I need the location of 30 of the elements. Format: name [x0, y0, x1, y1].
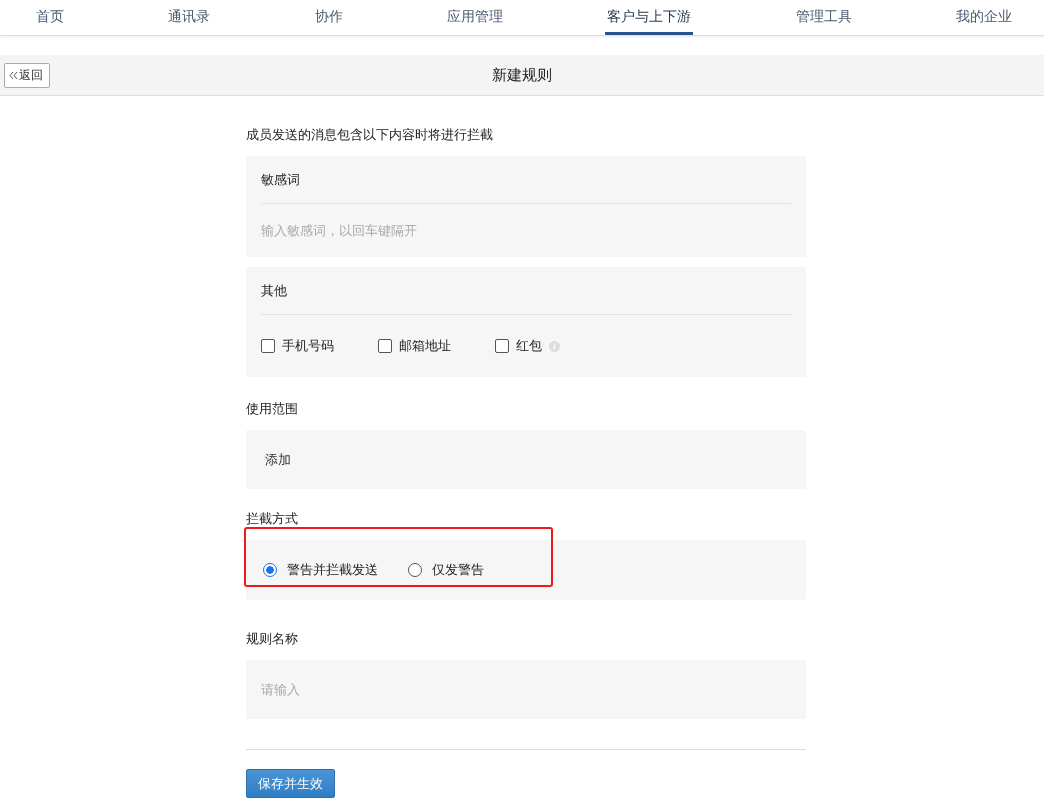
section-label: 敏感词: [261, 172, 300, 187]
nav-tab[interactable]: 客户与上下游: [605, 0, 694, 35]
section-label: 规则名称: [246, 631, 298, 646]
checkbox[interactable]: [261, 339, 275, 353]
checkbox-label: 手机号码: [282, 337, 334, 355]
radio-label: 警告并拦截发送: [287, 561, 378, 579]
nav-tab[interactable]: 我的企业: [953, 0, 1014, 35]
double-chevron-icon: [9, 71, 18, 80]
checkbox-label: 红包: [516, 337, 542, 355]
checkbox[interactable]: [495, 339, 509, 353]
section-label: 使用范围: [246, 401, 298, 416]
page-title: 新建规则: [492, 65, 552, 85]
nav-tab[interactable]: 首页: [34, 0, 66, 35]
sensitive-words-field[interactable]: 输入敏感词，以回车键隔开: [261, 223, 791, 238]
nav-tab[interactable]: 通讯录: [166, 0, 213, 35]
back-button[interactable]: 返回: [4, 63, 50, 88]
radio-button[interactable]: [263, 563, 277, 577]
add-link[interactable]: 添加: [265, 450, 291, 469]
info-icon: [549, 340, 560, 352]
nav-tab[interactable]: 协作: [312, 0, 345, 35]
section-label: 其他: [261, 283, 287, 298]
save-button[interactable]: 保存并生效: [246, 769, 335, 798]
intro-text: 成员发送的消息包含以下内容时将进行拦截: [246, 126, 494, 144]
radio-button[interactable]: [408, 563, 422, 577]
checkbox-label: 邮箱地址: [399, 337, 451, 355]
checkbox[interactable]: [378, 339, 392, 353]
radio-label: 仅发警告: [432, 561, 484, 579]
nav-tab[interactable]: 管理工具: [793, 0, 854, 35]
section-label: 拦截方式: [246, 511, 298, 526]
nav-tab[interactable]: 应用管理: [445, 0, 505, 35]
